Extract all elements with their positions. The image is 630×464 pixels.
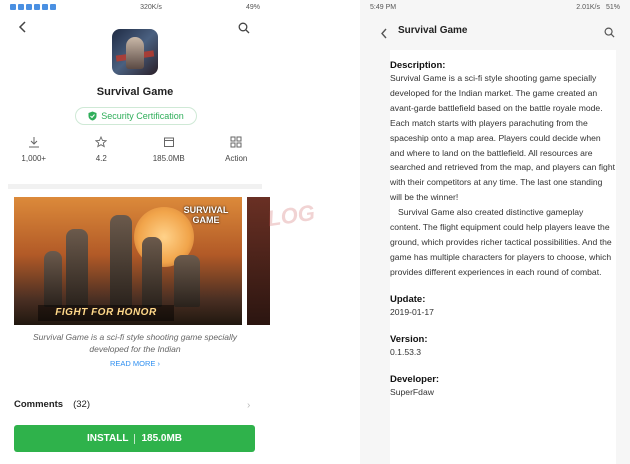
header: Survival Game <box>360 18 630 46</box>
read-more-link[interactable]: READ MORE › <box>0 359 270 368</box>
header-title: Survival Game <box>398 25 468 36</box>
soldier-figure <box>110 215 132 307</box>
status-bar: 5:49 PM 2.01K/s 51% <box>360 0 630 14</box>
search-button[interactable] <box>604 25 615 43</box>
soldier-figure <box>174 255 200 307</box>
security-certification-badge[interactable]: Security Certification <box>75 107 197 125</box>
description-label: Description: <box>390 60 446 71</box>
certification-label: Security Certification <box>101 111 184 121</box>
search-icon <box>604 27 615 38</box>
version-value: 0.1.53.3 <box>390 346 422 357</box>
short-description: Survival Game is a sci-fi style shooting… <box>32 332 238 354</box>
soldier-figure <box>66 229 88 307</box>
watermark-logo: LOG <box>265 199 317 232</box>
install-label: INSTALL <box>86 433 129 444</box>
divider <box>8 184 262 189</box>
install-size: 185.0MB <box>141 433 183 444</box>
soldier-figure <box>142 237 162 307</box>
back-button[interactable] <box>380 26 388 44</box>
read-more-label: READ MORE <box>109 359 156 368</box>
shield-check-icon <box>88 111 97 121</box>
comments-row[interactable]: Comments (32) <box>14 399 90 410</box>
screenshot-1[interactable]: SURVIVAL GAME FIGHT FOR HONOR <box>14 197 242 325</box>
size-value: 185.0MB <box>152 154 185 163</box>
install-button[interactable]: INSTALL 185.0MB <box>14 425 255 452</box>
stat-rating: 4.2 <box>68 136 136 182</box>
chevron-left-icon <box>18 21 26 33</box>
description-screen: 5:49 PM 2.01K/s 51% Survival Game Descri… <box>360 0 630 464</box>
status-net: 2.01K/s <box>576 3 600 11</box>
detail-content: Description: Survival Game is a sci-fi s… <box>390 50 616 464</box>
update-value: 2019-01-17 <box>390 306 434 317</box>
comments-count: (32) <box>73 399 90 410</box>
downloads-value: 1,000+ <box>21 154 47 163</box>
app-title: Survival Game <box>96 86 174 98</box>
search-button[interactable] <box>238 21 250 39</box>
status-bar: 320K/s 49% <box>0 0 270 14</box>
grid-icon <box>230 136 242 148</box>
back-button[interactable] <box>18 20 28 38</box>
soldier-figure <box>44 251 62 307</box>
chevron-right-icon: › <box>157 359 161 368</box>
rating-value: 4.2 <box>95 154 107 163</box>
download-icon <box>28 137 39 148</box>
version-label: Version: <box>390 333 428 345</box>
app-detail-screen: 320K/s 49% Survival Game Security Certif… <box>0 0 270 464</box>
divider <box>134 433 136 444</box>
status-net: 320K/s <box>140 3 162 11</box>
comments-label: Comments <box>14 399 64 410</box>
chevron-left-icon <box>381 28 387 39</box>
description-paragraph-2: Survival Game also created distinctive g… <box>390 207 612 277</box>
category-value: Action <box>225 154 248 163</box>
app-stats: 1,000+ 4.2 185.0MB Action <box>0 136 270 182</box>
developer-label: Developer: <box>390 373 440 385</box>
notification-icons <box>10 4 56 10</box>
star-icon <box>95 136 108 148</box>
search-icon <box>238 22 250 34</box>
status-battery: 51% <box>605 3 620 11</box>
stat-size: 185.0MB <box>135 136 203 182</box>
status-battery: 49% <box>245 3 260 11</box>
stat-downloads: 1,000+ <box>0 136 68 182</box>
status-time: 5:49 PM <box>370 3 397 11</box>
developer-value: SuperFdaw <box>390 386 434 397</box>
app-icon <box>112 29 158 75</box>
description-paragraph-1: Survival Game is a sci-fi style shooting… <box>390 73 615 203</box>
fight-for-honor-banner: FIGHT FOR HONOR <box>38 305 174 321</box>
update-label: Update: <box>390 293 426 305</box>
chevron-right-icon[interactable]: › <box>247 400 250 411</box>
package-icon <box>163 137 174 147</box>
stat-category[interactable]: Action <box>203 136 271 182</box>
game-logo: SURVIVAL GAME <box>183 205 229 225</box>
